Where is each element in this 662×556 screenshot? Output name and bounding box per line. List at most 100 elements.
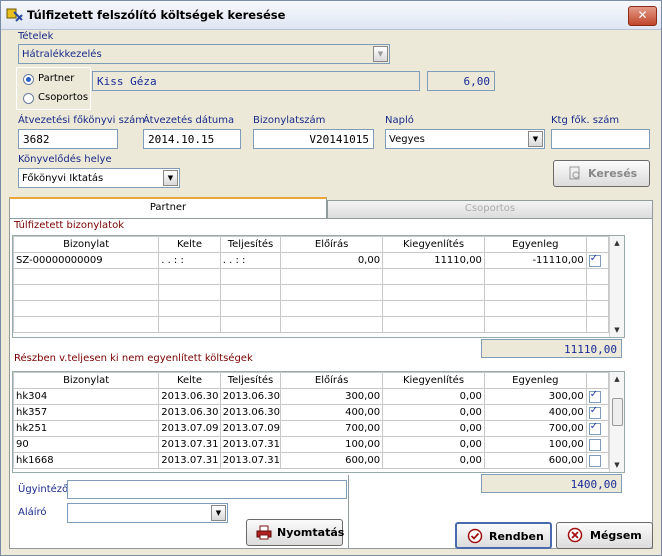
print-button-label: Nyomtatás	[277, 526, 345, 539]
table-row-empty	[13, 300, 610, 317]
bizonylatszam-label: Bizonylatszám	[253, 115, 326, 126]
table1-header-row: Bizonylat Kelte Teljesítés Előírás Kiegy…	[13, 236, 610, 253]
ugyintezo-input[interactable]	[67, 480, 347, 499]
col-kiegyenlites: Kiegyenlítés	[382, 372, 485, 389]
scroll-down-icon[interactable]: ▼	[610, 323, 624, 337]
cancel-button-label: Mégsem	[590, 529, 642, 542]
printer-icon	[256, 525, 272, 540]
fokonyvi-label: Átvezetési főkönyvi szám	[18, 115, 145, 126]
window-title: Túlfizetett felszólító költségek keresés…	[27, 8, 286, 22]
scroll-up-icon[interactable]: ▲	[610, 236, 624, 250]
ok-button[interactable]: Rendben	[455, 522, 552, 549]
cell-bizonylat: hk357	[13, 404, 160, 421]
cell-check	[585, 388, 610, 405]
naplo-select[interactable]: Vegyes ▼	[385, 129, 545, 149]
cell-bizonylat: SZ-00000000009	[13, 252, 160, 269]
search-button[interactable]: Keresés	[553, 160, 650, 187]
tab-partner-label: Partner	[149, 202, 187, 213]
cell-bizonylat: 90	[13, 436, 160, 453]
alairo-select[interactable]: ▼	[67, 503, 228, 523]
table2-container: Bizonylat Kelte Teljesítés Előírás Kiegy…	[12, 371, 625, 473]
table1-scrollbar[interactable]: ▲ ▼	[609, 236, 624, 337]
scroll-down-icon[interactable]: ▼	[610, 458, 624, 472]
table-row[interactable]: hk357 2013.06.30 2013.06.30 400,00 0,00 …	[13, 404, 610, 421]
cell-eloiras: 300,00	[280, 388, 384, 405]
cell-kiegyenlites: 0,00	[382, 452, 485, 469]
cell-teljesites: 2013.06.30	[219, 388, 282, 405]
col-teljesites: Teljesítés	[219, 236, 282, 253]
row-checkbox[interactable]	[588, 438, 601, 451]
col-kelte: Kelte	[158, 236, 221, 253]
cell-egyenleg: 300,00	[483, 388, 587, 405]
cell-check	[585, 452, 610, 469]
check-circle-icon	[467, 528, 483, 544]
row-checkbox[interactable]	[588, 454, 601, 467]
alairo-label: Aláíró	[18, 507, 47, 518]
row-checkbox[interactable]	[588, 422, 601, 435]
cell-teljesites: 2013.07.09	[219, 420, 282, 437]
scroll-thumb[interactable]	[612, 398, 623, 426]
konyv-select[interactable]: Főkönyvi Iktatás ▼	[18, 168, 180, 188]
table2-title: Részben v.teljesen ki nem egyenlített kö…	[14, 353, 253, 364]
cell-check	[585, 420, 610, 437]
cell-eloiras: 100,00	[280, 436, 384, 453]
cell-teljesites: . . : :	[219, 252, 282, 269]
print-button[interactable]: Nyomtatás	[246, 519, 345, 546]
ktg-label: Ktg fők. szám	[551, 115, 620, 126]
cell-check	[585, 252, 610, 269]
close-button[interactable]: ✕	[628, 6, 657, 26]
col-eloiras: Előírás	[280, 372, 384, 389]
cell-kiegyenlites: 0,00	[382, 388, 485, 405]
chevron-down-icon: ▼	[211, 505, 226, 521]
cell-kelte: 2013.07.31	[158, 452, 221, 469]
table-row-empty	[13, 284, 610, 301]
table-row[interactable]: hk251 2013.07.09 2013.07.09 700,00 0,00 …	[13, 420, 610, 437]
app-icon	[6, 8, 23, 22]
partner-radio[interactable]	[23, 74, 34, 85]
cell-egyenleg: 400,00	[483, 404, 587, 421]
scroll-up-icon[interactable]: ▲	[610, 372, 624, 386]
cancel-button[interactable]: Mégsem	[556, 522, 653, 549]
tab-csoportos[interactable]: Csoportos	[327, 200, 653, 219]
table-row[interactable]: 90 2013.07.31 2013.07.31 100,00 0,00 100…	[13, 436, 610, 453]
csoportos-radio[interactable]	[23, 93, 34, 104]
datum-label: Átvezetés dátuma	[143, 115, 235, 126]
table1-title: Túlfizetett bizonylatok	[14, 220, 124, 231]
table1: Bizonylat Kelte Teljesítés Előírás Kiegy…	[13, 236, 610, 333]
fokonyvi-input[interactable]: 3682	[18, 129, 118, 149]
cell-check	[585, 404, 610, 421]
col-kelte: Kelte	[158, 372, 221, 389]
table-row[interactable]: SZ-00000000009 . . : : . . : : 0,00 1111…	[13, 252, 610, 269]
cell-teljesites: 2013.06.30	[219, 404, 282, 421]
chevron-down-icon: ▼	[528, 131, 543, 147]
table-row[interactable]: hk304 2013.06.30 2013.06.30 300,00 0,00 …	[13, 388, 610, 405]
tab-partner[interactable]: Partner	[9, 197, 327, 219]
csoportos-radio-label: Csoportos	[38, 92, 89, 103]
cell-kelte: . . : :	[158, 252, 221, 269]
cell-kiegyenlites: 0,00	[382, 420, 485, 437]
table-row-empty	[13, 316, 610, 333]
table-row[interactable]: hk1668 2013.07.31 2013.07.31 600,00 0,00…	[13, 452, 610, 469]
table2-scrollbar[interactable]: ▲ ▼	[609, 372, 624, 472]
row-checkbox[interactable]	[588, 406, 601, 419]
col-egyenleg: Egyenleg	[483, 236, 587, 253]
cell-kelte: 2013.06.30	[158, 404, 221, 421]
row-checkbox[interactable]	[588, 254, 601, 267]
cell-kiegyenlites: 0,00	[382, 404, 485, 421]
row-checkbox[interactable]	[588, 390, 601, 403]
search-icon	[569, 166, 580, 180]
tetelek-label: Tételek	[18, 31, 54, 42]
cell-teljesites: 2013.07.31	[219, 452, 282, 469]
datum-input[interactable]: 2014.10.15	[143, 129, 241, 149]
cell-egyenleg: 600,00	[483, 452, 587, 469]
cell-egyenleg: -11110,00	[483, 252, 587, 269]
table2: Bizonylat Kelte Teljesítés Előírás Kiegy…	[13, 372, 610, 469]
tetelek-select[interactable]: Hátralékkezelés ▼	[18, 44, 390, 64]
cancel-icon	[567, 527, 583, 543]
bizonylatszam-input[interactable]: V20141015	[253, 129, 374, 149]
partner-value-field: 6,00	[427, 71, 495, 91]
cell-egyenleg: 100,00	[483, 436, 587, 453]
ktg-input[interactable]	[551, 129, 650, 149]
cell-check	[585, 436, 610, 453]
col-kiegyenlites: Kiegyenlítés	[382, 236, 485, 253]
